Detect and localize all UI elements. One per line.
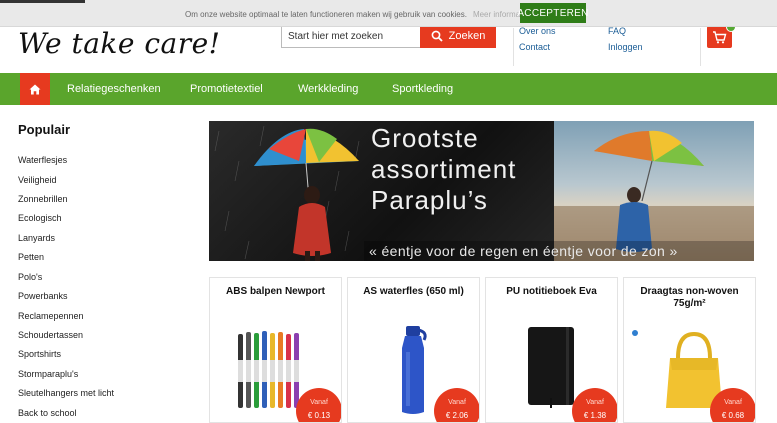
sidebar-item-lanyards[interactable]: Lanyards [18,233,55,243]
product-card-draagtas[interactable]: Draagtas non-woven 75g/m² Vanaf € 0.68 [623,277,756,423]
product-title: ABS balpen Newport [226,286,325,297]
product-card-notitieboek[interactable]: PU notitieboek Eva Vanaf € 1.38 [485,277,618,423]
price-badge: Vanaf € 0.68 [710,388,755,422]
cookie-bar: Om onze website optimaal te laten functi… [0,0,777,27]
price-badge: Vanaf € 0.13 [296,388,341,422]
banner-sun-photo [554,121,754,261]
price-from-label: Vanaf [724,399,742,406]
search-button-label: Zoeken [448,30,486,42]
sidebar-item-sleutelhangers[interactable]: Sleutelhangers met licht [18,388,114,398]
sidebar-item-sportshirts[interactable]: Sportshirts [18,349,61,359]
sidebar-item-reclamepennen[interactable]: Reclamepennen [18,311,84,321]
sidebar-item-veiligheid[interactable]: Veiligheid [18,175,57,185]
search-input[interactable]: Start hier met zoeken [281,24,421,48]
brand-mark-icon [632,330,638,336]
banner-headline-line-3: Paraplu’s [371,185,488,215]
product-title: Draagtas non-woven 75g/m² [624,286,755,310]
product-title-text: Draagtas non-woven 75g/m² [640,286,739,309]
main-nav: Relatiegeschenken Promotietextiel Werkkl… [0,73,777,105]
sidebar-item-waterflesjes[interactable]: Waterflesjes [18,155,67,165]
product-title: PU notitieboek Eva [506,286,597,297]
sidebar-item-petten[interactable]: Petten [18,252,44,262]
sidebar-item-back-to-school[interactable]: Back to school [18,408,77,418]
sidebar-item-ecologisch[interactable]: Ecologisch [18,213,62,223]
price-value: € 0.13 [307,411,331,420]
product-title: AS waterfles (650 ml) [363,286,464,297]
price-badge: Vanaf € 2.06 [434,388,479,422]
site-logo[interactable]: We take care! [18,27,220,60]
banner-headline-line-2: assortiment [371,154,517,184]
notebook-image [528,327,574,408]
nav-item-werkkleding[interactable]: Werkkleding [298,73,358,105]
sun-umbrella-illustration [554,130,754,261]
price-from-label: Vanaf [310,399,328,406]
price-value: € 0.68 [721,411,745,420]
header-divider [513,28,514,66]
product-card-waterfles[interactable]: AS waterfles (650 ml) Vanaf € 2.06 [347,277,480,423]
price-from-label: Vanaf [448,399,466,406]
banner-tagline: « éentje voor de regen en éentje voor de… [369,243,678,259]
cart-icon [713,30,727,43]
cookie-message: Om onze website optimaal te laten functi… [185,10,529,19]
search-button[interactable]: Zoeken [420,24,496,48]
home-icon [29,84,41,94]
sidebar-item-powerbanks[interactable]: Powerbanks [18,291,68,301]
nav-home-button[interactable] [20,73,50,105]
sidebar-item-stormparaplus[interactable]: Stormparaplu's [18,369,78,379]
promo-banner[interactable]: Grootste assortiment Paraplu’s « éentje … [209,121,754,261]
price-from-label: Vanaf [586,399,604,406]
cookie-message-text: Om onze website optimaal te laten functi… [185,10,467,19]
price-value: € 2.06 [445,411,469,420]
nav-item-sportkleding[interactable]: Sportkleding [392,73,453,105]
nav-item-promotietextiel[interactable]: Promotietextiel [190,73,263,105]
price-badge: Vanaf € 1.38 [572,388,617,422]
link-over-ons[interactable]: Over ons [519,26,556,36]
sidebar-item-zonnebrillen[interactable]: Zonnebrillen [18,194,68,204]
link-contact[interactable]: Contact [519,42,550,52]
water-bottle-image [402,326,427,414]
header-divider [700,28,701,66]
banner-headline: Grootste assortiment Paraplu’s [371,123,516,216]
sidebar-item-polos[interactable]: Polo's [18,272,42,282]
price-value: € 1.38 [583,411,607,420]
product-card-balpen[interactable]: ABS balpen Newport Vanaf € 0.13 [209,277,342,423]
search-icon [431,30,443,42]
banner-headline-line-1: Grootste [371,123,479,153]
sidebar-item-schoudertassen[interactable]: Schoudertassen [18,330,83,340]
sidebar-title: Populair [18,122,71,137]
link-faq[interactable]: FAQ [608,26,626,36]
link-inloggen[interactable]: Inloggen [608,42,643,52]
cookie-accept-button[interactable]: ACCEPTEREN [517,3,588,23]
top-accent-line [0,0,85,3]
nav-item-relatiegeschenken[interactable]: Relatiegeschenken [67,73,161,105]
